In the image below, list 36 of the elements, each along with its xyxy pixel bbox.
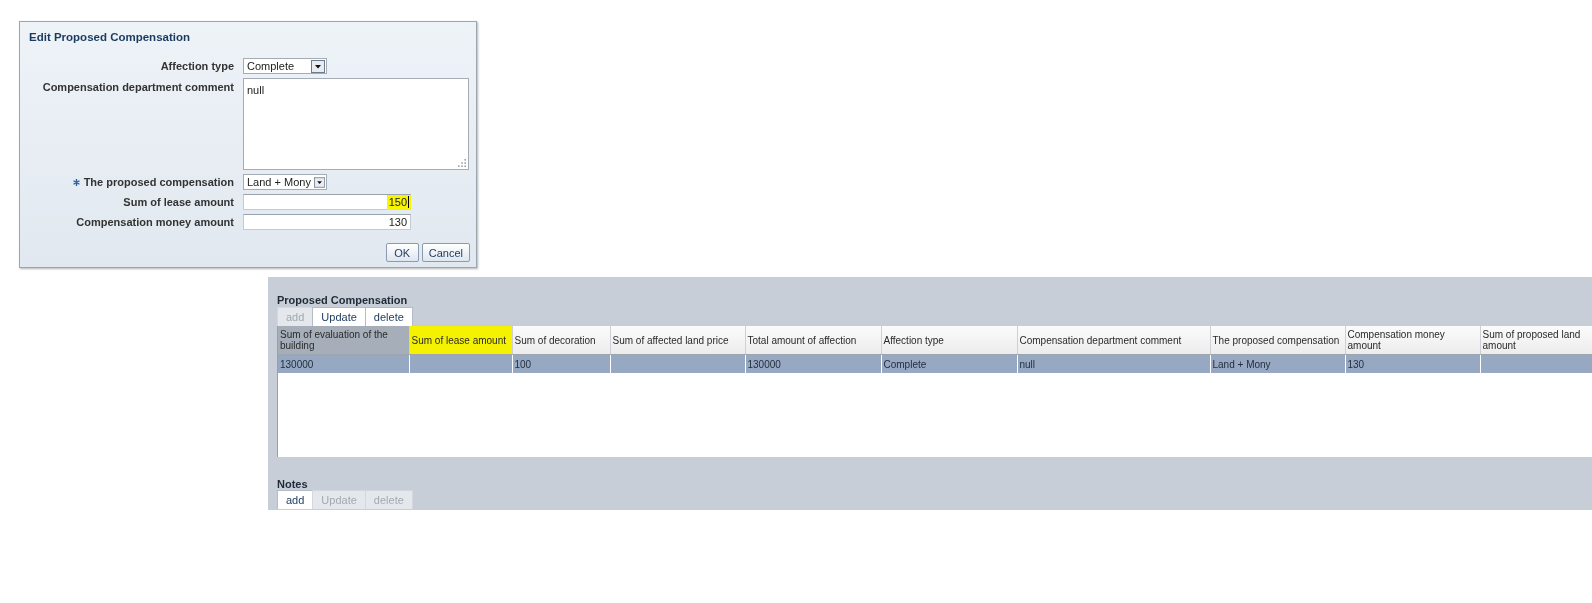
text-field[interactable]: 130: [243, 214, 411, 230]
dialog-button[interactable]: Cancel: [421, 243, 470, 262]
table-cell: 130: [1345, 354, 1480, 373]
column-header[interactable]: Compensation department comment: [1017, 326, 1210, 355]
table-cell: 130000: [745, 354, 881, 373]
dialog-button[interactable]: OK: [385, 243, 419, 262]
dialog-title: Edit Proposed Compensation: [29, 30, 190, 44]
field-label: Compensation money amount: [76, 215, 234, 229]
resize-grip-icon[interactable]: [458, 159, 466, 167]
column-header[interactable]: The proposed compensation: [1210, 326, 1345, 355]
table-cell: Land + Mony: [1210, 354, 1345, 373]
toolbar-button[interactable]: add: [277, 490, 314, 509]
table-cell: 130000: [278, 354, 409, 373]
toolbar-button[interactable]: delete: [364, 307, 413, 326]
table-cell: 100: [512, 354, 610, 373]
field-label: Sum of lease amount: [123, 195, 234, 209]
table-cell: Complete: [881, 354, 1017, 373]
dropdown[interactable]: Complete: [243, 58, 327, 74]
field-label: Compensation department comment: [42, 80, 234, 94]
toolbar-button[interactable]: Update: [312, 307, 366, 326]
column-header[interactable]: Affection type: [881, 326, 1017, 355]
column-header[interactable]: Sum of lease amount: [409, 326, 512, 355]
column-header[interactable]: Sum of affected land price: [610, 326, 745, 355]
section-title: Proposed Compensation: [277, 293, 408, 307]
text-area[interactable]: null: [243, 78, 469, 170]
column-header[interactable]: Sum of proposed land amount: [1480, 326, 1592, 355]
field-label: Affection type: [160, 59, 234, 73]
dropdown[interactable]: Land + Mony: [243, 174, 327, 190]
column-header[interactable]: Sum of decoration: [512, 326, 610, 355]
field-label: The proposed compensation: [83, 175, 234, 189]
section-title: Notes: [277, 478, 308, 490]
column-header[interactable]: Compensation money amount: [1345, 326, 1480, 355]
column-header[interactable]: Total amount of affection: [745, 326, 881, 355]
table-cell: null: [1017, 354, 1210, 373]
text-field[interactable]: 150: [243, 194, 411, 210]
column-header[interactable]: Sum of evaluation of the building: [278, 326, 409, 355]
